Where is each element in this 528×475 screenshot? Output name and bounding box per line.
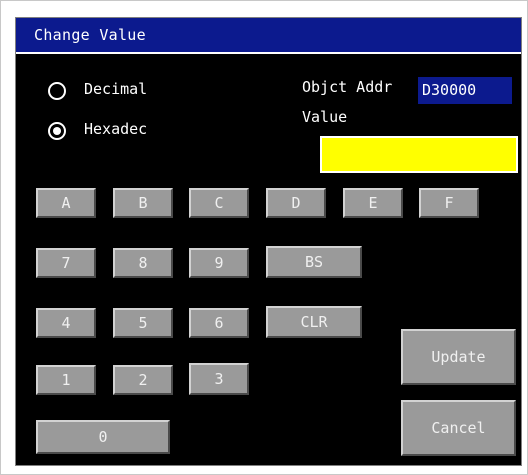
value-input[interactable] — [320, 136, 518, 173]
decimal-radio[interactable] — [48, 82, 66, 100]
key-f[interactable]: F — [419, 188, 479, 218]
key-3[interactable]: 3 — [189, 363, 249, 395]
key-1[interactable]: 1 — [36, 365, 96, 395]
title-bar: Change Value — [16, 18, 521, 54]
key-0[interactable]: 0 — [36, 420, 170, 454]
key-6[interactable]: 6 — [189, 308, 249, 338]
value-label: Value — [302, 108, 348, 126]
clear-button[interactable]: CLR — [266, 306, 362, 338]
object-addr-value: D30000 — [418, 77, 512, 104]
update-button[interactable]: Update — [401, 329, 516, 385]
backspace-button[interactable]: BS — [266, 246, 362, 278]
key-5[interactable]: 5 — [113, 308, 173, 338]
key-7[interactable]: 7 — [36, 248, 96, 278]
dialog-title: Change Value — [34, 26, 146, 44]
key-c[interactable]: C — [189, 188, 249, 218]
key-8[interactable]: 8 — [113, 248, 173, 278]
key-2[interactable]: 2 — [113, 365, 173, 395]
screen-frame: Change Value Decimal Hexadec Objct Addr … — [0, 0, 528, 475]
key-4[interactable]: 4 — [36, 308, 96, 338]
key-b[interactable]: B — [113, 188, 173, 218]
decimal-label: Decimal — [84, 80, 148, 98]
key-a[interactable]: A — [36, 188, 96, 218]
hexadec-radio[interactable] — [48, 122, 66, 140]
key-e[interactable]: E — [343, 188, 403, 218]
cancel-button[interactable]: Cancel — [401, 400, 516, 456]
change-value-dialog: Change Value Decimal Hexadec Objct Addr … — [15, 17, 522, 466]
key-9[interactable]: 9 — [189, 248, 249, 278]
object-addr-label: Objct Addr — [302, 78, 393, 96]
key-d[interactable]: D — [266, 188, 326, 218]
hexadec-label: Hexadec — [84, 120, 148, 138]
